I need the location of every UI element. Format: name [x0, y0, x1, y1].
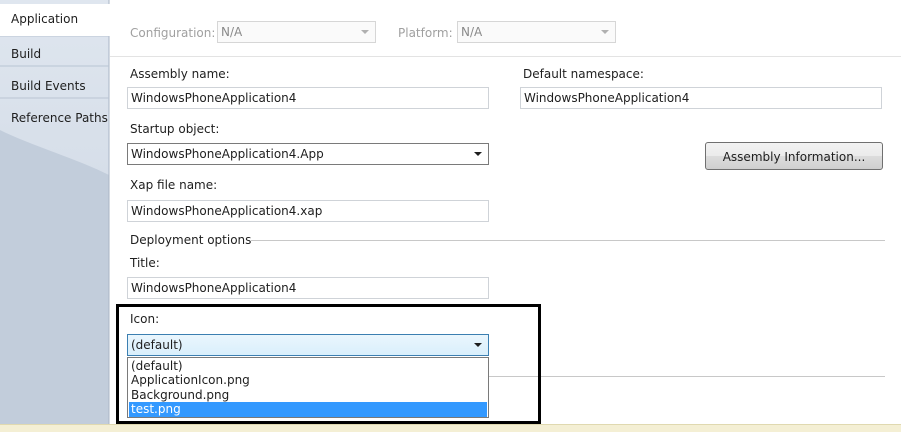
platform-value: N/A [461, 25, 483, 39]
startup-object-select[interactable]: WindowsPhoneApplication4.App [127, 143, 489, 165]
deployment-options-divider [251, 240, 885, 241]
configuration-bar: Configuration: N/A Platform: N/A [110, 0, 901, 56]
deployment-options-heading: Deployment options [130, 233, 252, 247]
xap-file-name-label: Xap file name: [130, 178, 218, 192]
default-namespace-field[interactable]: WindowsPhoneApplication4 [520, 87, 882, 109]
configuration-select[interactable]: N/A [217, 21, 376, 43]
title-label: Title: [130, 256, 160, 270]
chevron-down-icon [474, 152, 482, 156]
startup-object-label: Startup object: [130, 122, 220, 136]
section-divider [489, 376, 885, 377]
platform-select[interactable]: N/A [457, 21, 616, 43]
title-field[interactable]: WindowsPhoneApplication4 [127, 277, 489, 299]
configuration-label: Configuration: [130, 26, 216, 40]
default-namespace-label: Default namespace: [523, 67, 644, 81]
assembly-name-field[interactable]: WindowsPhoneApplication4 [127, 87, 489, 109]
startup-object-value: WindowsPhoneApplication4.App [131, 147, 324, 161]
toolbar-divider [110, 56, 901, 57]
assembly-information-button[interactable]: Assembly Information... [705, 142, 883, 170]
tab-reference-paths[interactable]: Reference Paths [0, 100, 109, 130]
chevron-down-icon [361, 30, 369, 34]
tab-application[interactable]: Application [0, 4, 111, 36]
tab-build-events[interactable]: Build Events [0, 68, 109, 98]
xap-file-name-field[interactable]: WindowsPhoneApplication4.xap [127, 200, 489, 222]
platform-label: Platform: [398, 26, 453, 40]
chevron-down-icon [601, 30, 609, 34]
annotation-highlight-box [116, 304, 541, 424]
property-tabs: Application Build Build Events Reference… [0, 0, 111, 431]
configuration-value: N/A [221, 25, 243, 39]
tab-build[interactable]: Build [0, 36, 109, 66]
assembly-name-label: Assembly name: [130, 67, 230, 81]
